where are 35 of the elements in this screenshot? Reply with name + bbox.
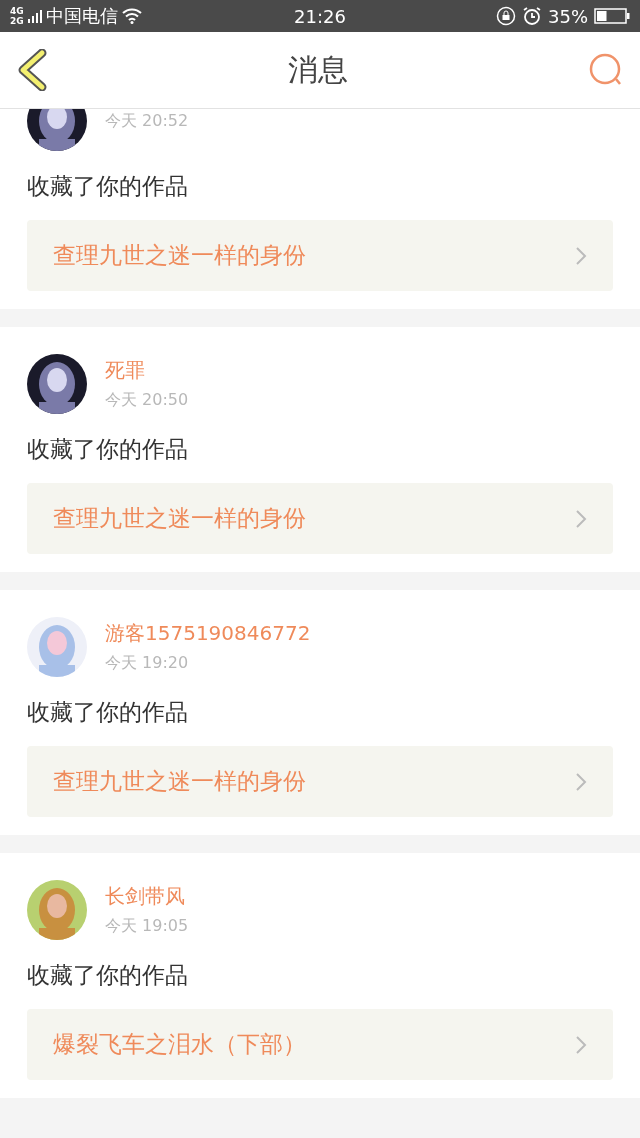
work-link[interactable]: 爆裂飞车之泪水（下部） [27,1009,613,1080]
chevron-right-icon [575,245,587,266]
chevron-right-icon [575,771,587,792]
signal-icon [27,9,42,23]
work-title: 查理九世之迷一样的身份 [53,504,306,533]
user-name[interactable]: 游客1575190846772 [105,620,311,647]
message-text: 收藏了你的作品 [27,435,189,464]
work-title: 爆裂飞车之泪水（下部） [53,1030,306,1059]
back-icon[interactable] [16,49,48,91]
battery-percent: 35% [548,5,588,27]
work-title: 查理九世之迷一样的身份 [53,241,306,270]
wifi-icon [121,8,142,24]
chevron-right-icon [575,1034,587,1055]
message-time: 今天 19:20 [105,653,190,674]
message-text: 收藏了你的作品 [27,698,189,727]
work-link[interactable]: 查理九世之迷一样的身份 [27,746,613,817]
work-link[interactable]: 查理九世之迷一样的身份 [27,483,613,554]
carrier-label: 中国电信 [45,4,118,28]
network-label: 2G [10,16,24,26]
message-time: 今天 20:52 [105,110,189,132]
message-text: 收藏了你的作品 [27,172,189,201]
user-name[interactable]: 长剑带风 [105,883,189,910]
work-link[interactable]: 查理九世之迷一样的身份 [27,220,613,291]
network-label: 4G [10,6,24,16]
message-time: 今天 20:50 [105,390,189,411]
alarm-icon [522,6,542,26]
message-time: 今天 19:05 [105,916,189,937]
clock-time: 21:26 [294,5,346,27]
battery-icon [594,8,630,24]
page-title: 消息 [288,50,348,89]
chevron-right-icon [575,508,587,529]
user-name[interactable]: 死罪 [105,357,189,384]
work-title: 查理九世之迷一样的身份 [53,767,306,796]
rotation-lock-icon [496,6,516,26]
message-text: 收藏了你的作品 [27,961,189,990]
